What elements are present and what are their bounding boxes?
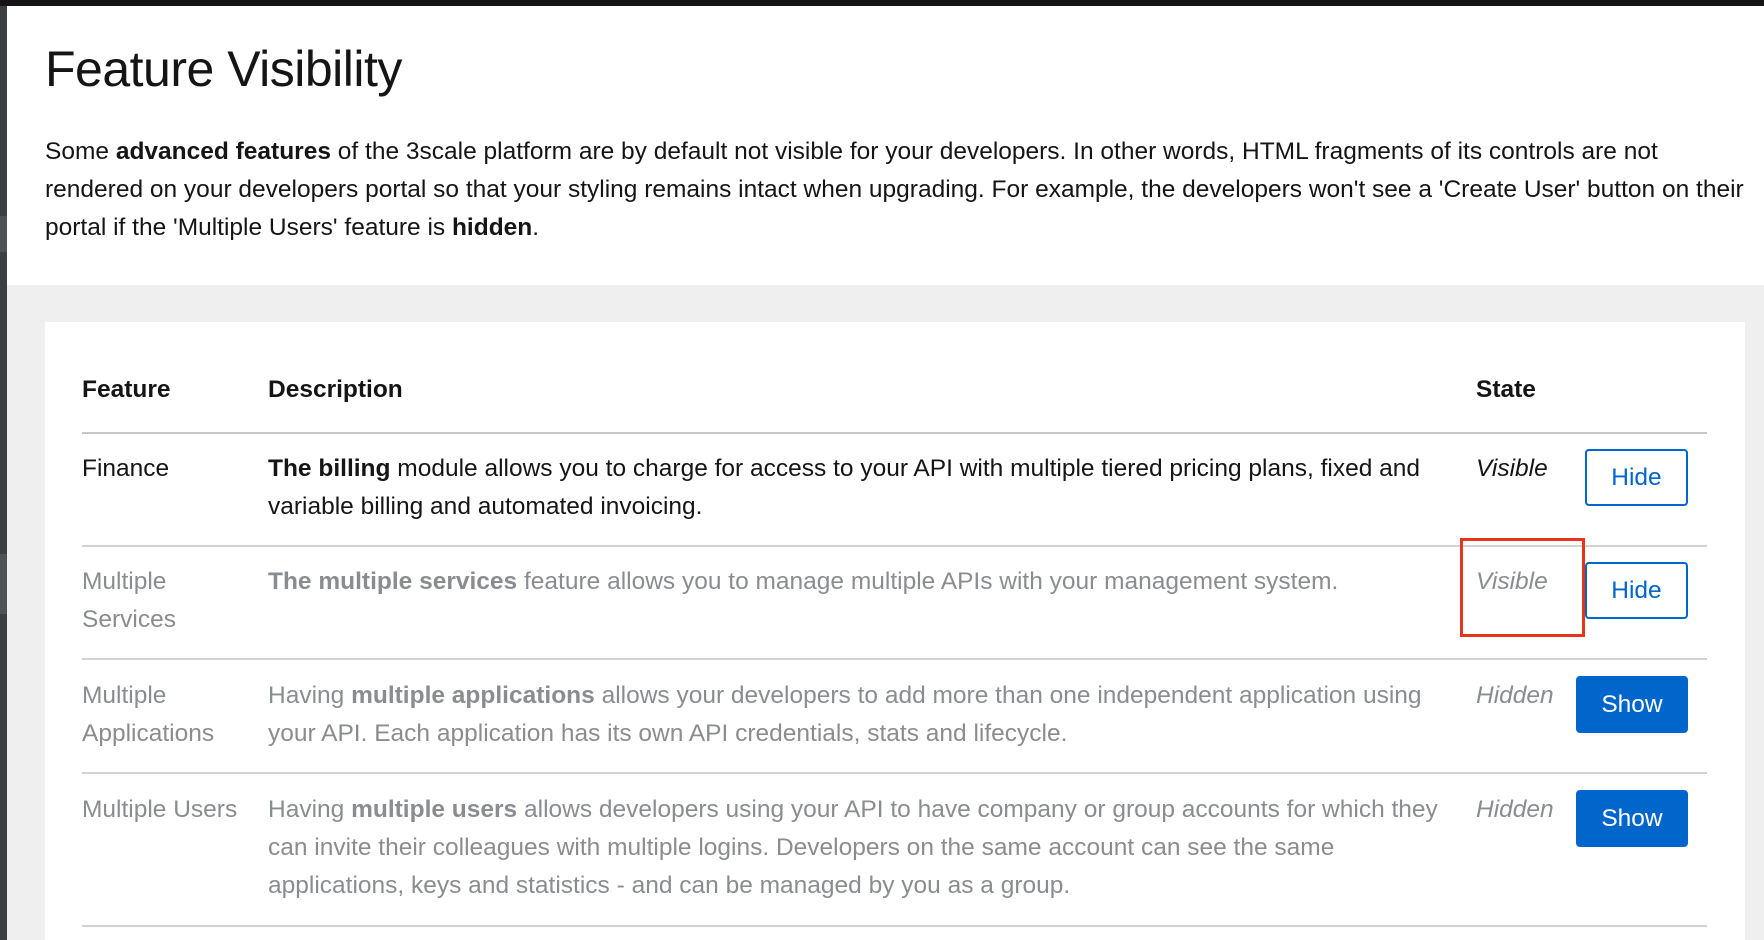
column-header-feature: Feature — [82, 376, 171, 403]
feature-name: Multiple Applications — [82, 682, 215, 747]
column-header-description: Description — [268, 376, 403, 403]
row-divider — [82, 658, 1707, 660]
column-header-state: State — [1476, 376, 1536, 403]
show-multiple-users-button[interactable]: Show — [1576, 790, 1688, 847]
feature-state: Hidden — [1476, 682, 1554, 709]
left-edge-strip — [0, 6, 7, 940]
feature-description: Having multiple applications allows your… — [268, 682, 1422, 747]
feature-state: Hidden — [1476, 796, 1554, 823]
hide-multiple-services-button[interactable]: Hide — [1585, 562, 1688, 619]
header-divider — [82, 432, 1707, 434]
intro-paragraph: Some advanced features of the 3scale pla… — [45, 138, 1744, 241]
feature-description: The multiple services feature allows you… — [268, 568, 1339, 595]
hide-finance-button[interactable]: Hide — [1585, 449, 1688, 506]
feature-description: The billing module allows you to charge … — [268, 455, 1421, 520]
show-multiple-applications-button[interactable]: Show — [1576, 676, 1688, 733]
feature-name: Multiple Users — [82, 796, 238, 823]
feature-state: Visible — [1476, 455, 1548, 482]
page-header: Feature Visibility Some advanced feature… — [7, 6, 1764, 285]
feature-name: Finance — [82, 455, 170, 482]
feature-description: Having multiple users allows developers … — [268, 796, 1438, 899]
highlight-box — [1460, 538, 1585, 637]
page-title: Feature Visibility — [45, 41, 402, 97]
feature-name: Multiple Services — [82, 568, 176, 633]
row-divider — [82, 772, 1707, 774]
row-divider — [82, 925, 1707, 927]
